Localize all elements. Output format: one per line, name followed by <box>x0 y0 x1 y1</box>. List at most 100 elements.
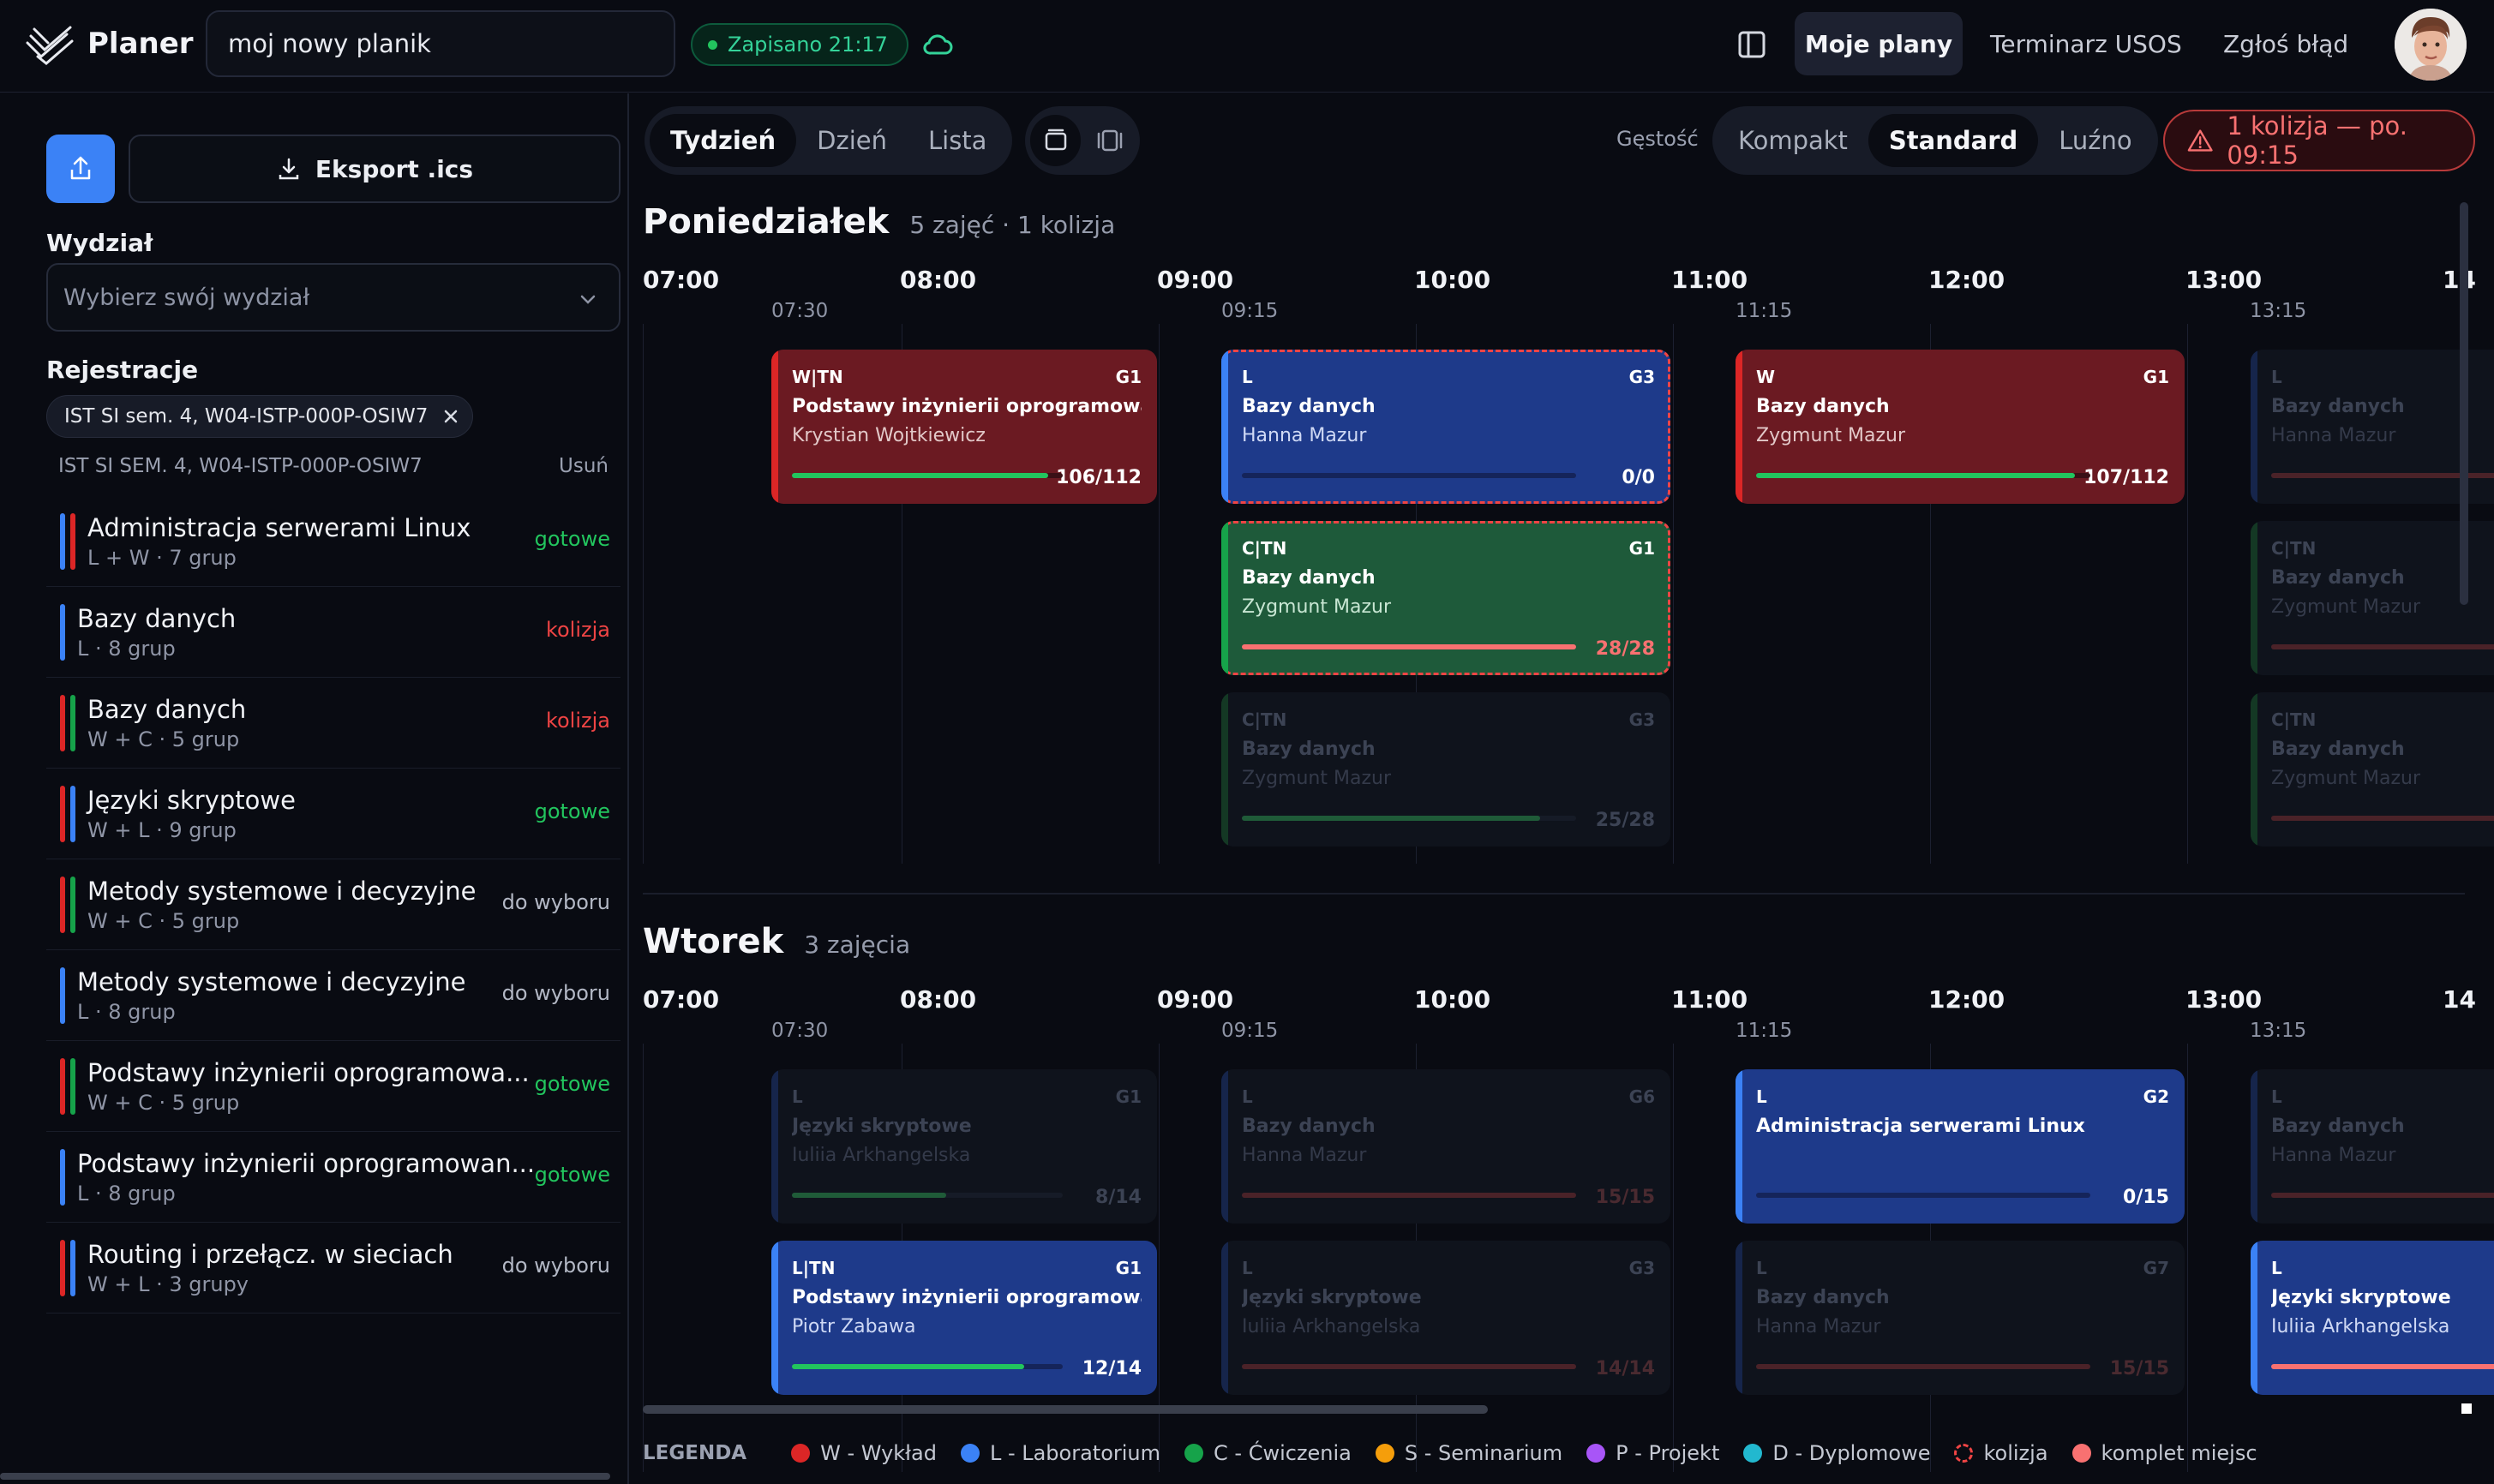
legend-item: komplet miejsc <box>2071 1441 2257 1465</box>
event-type: L <box>2271 1086 2282 1107</box>
tab-dzien[interactable]: Dzień <box>796 114 908 167</box>
course-item[interactable]: Bazy danych W + C · 5 grup kolizja <box>46 678 621 769</box>
hour-label: 14 <box>2443 985 2476 1014</box>
cloud-sync-icon[interactable] <box>922 31 953 58</box>
class-event-card[interactable]: L G2 Administracja serwerami Linux 0/15 <box>1736 1069 2185 1224</box>
event-group: G7 <box>2143 1258 2169 1278</box>
slot-start-label: 13:15 <box>2250 1020 2307 1042</box>
course-type-bar <box>60 1240 65 1296</box>
sidebar-toggle-icon[interactable] <box>1735 27 1769 62</box>
user-avatar[interactable] <box>2395 9 2467 81</box>
legend-item: C - Ćwiczenia <box>1184 1441 1352 1465</box>
legend-dot-icon <box>1743 1444 1763 1463</box>
export-ics-button[interactable]: Eksport .ics <box>129 135 621 203</box>
class-event-card[interactable]: C|TN G1 Bazy danych Zygmunt Mazur 28/28 <box>1221 521 1670 675</box>
split-view-button[interactable] <box>1084 115 1135 166</box>
class-event-card[interactable]: L Bazy danych Hanna Mazur <box>2251 350 2494 504</box>
event-seat-count: 15/15 <box>2109 1358 2169 1379</box>
course-meta: L + W · 7 grup <box>87 546 237 570</box>
nav-moje-plany[interactable]: Moje plany <box>1795 12 1963 75</box>
faculty-select[interactable]: Wybierz swój wydział <box>46 263 621 332</box>
event-type: C|TN <box>2271 709 2317 730</box>
export-ics-label: Eksport .ics <box>315 154 474 183</box>
class-event-card[interactable]: W|TN G1 Podstawy inżynierii oprogramowania… <box>771 350 1157 504</box>
course-type-bar <box>70 877 75 933</box>
hour-label: 11:00 <box>1671 266 1748 294</box>
density-kompakt[interactable]: Kompakt <box>1718 114 1868 167</box>
class-event-card[interactable]: L Języki skryptowe Iuliia Arkhangelska <box>2251 1241 2494 1395</box>
event-type: C|TN <box>2271 538 2317 559</box>
course-item[interactable]: Routing i przełącz. w sieciach W + L · 3 … <box>46 1223 621 1313</box>
registration-chip[interactable]: IST SI sem. 4, W04-ISTP-000P-OSIW7 <box>46 395 474 438</box>
event-type: L <box>2271 1258 2282 1278</box>
download-icon <box>279 158 299 180</box>
event-group: G2 <box>2143 1086 2169 1107</box>
vertical-scrollbar[interactable] <box>2460 202 2468 605</box>
event-type-stripe <box>771 350 778 504</box>
legend-label: W - Wykład <box>820 1441 937 1465</box>
class-event-card[interactable]: L G6 Bazy danych Hanna Mazur 15/15 <box>1221 1069 1670 1224</box>
course-type-bars <box>60 604 65 661</box>
slot-start-label: 09:15 <box>1221 1020 1279 1042</box>
class-event-card[interactable]: L Bazy danych Hanna Mazur <box>2251 1069 2494 1224</box>
nav-zglos-blad[interactable]: Zgłoś błąd <box>2223 12 2348 75</box>
share-button[interactable] <box>46 135 115 203</box>
horizontal-scrollbar[interactable] <box>643 1405 1488 1414</box>
legend-item: S - Seminarium <box>1375 1441 1562 1465</box>
slot-start-label: 07:30 <box>771 1020 829 1042</box>
remove-registration-link[interactable]: Usuń <box>559 455 609 477</box>
event-title: Bazy danych <box>2271 1116 2405 1137</box>
single-view-button[interactable] <box>1030 115 1081 166</box>
single-panel-icon <box>1045 129 1066 151</box>
tab-tydzien[interactable]: Tydzień <box>650 114 797 167</box>
conflict-badge[interactable]: 1 kolizja — po. 09:15 <box>2163 110 2475 171</box>
nav-terminarz-usos[interactable]: Terminarz USOS <box>1990 12 2182 75</box>
course-item[interactable]: Administracja serwerami Linux L + W · 7 g… <box>46 496 621 587</box>
course-item[interactable]: Języki skryptowe W + L · 9 grup gotowe <box>46 769 621 859</box>
class-event-card[interactable]: L G3 Języki skryptowe Iuliia Arkhangelska 14… <box>1221 1241 1670 1395</box>
course-item[interactable]: Bazy danych L · 8 grup kolizja <box>46 587 621 678</box>
course-type-bar <box>70 1240 75 1296</box>
class-event-card[interactable]: C|TN G3 Bazy danych Zygmunt Mazur 25/28 <box>1221 692 1670 847</box>
event-seat-count: 25/28 <box>1595 810 1655 831</box>
density-luzno[interactable]: Luźno <box>2038 114 2152 167</box>
registration-header-title: IST SI SEM. 4, W04-ISTP-000P-OSIW7 <box>58 455 423 477</box>
class-event-card[interactable]: L G3 Bazy danych Hanna Mazur 0/0 <box>1221 350 1670 504</box>
class-event-card[interactable]: W G1 Bazy danych Zygmunt Mazur 107/112 <box>1736 350 2185 504</box>
hour-label: 07:00 <box>643 985 720 1014</box>
legend-label: kolizja <box>1983 1441 2048 1465</box>
legend-dot-icon <box>791 1444 811 1463</box>
course-type-bar <box>60 1058 65 1115</box>
class-event-card[interactable]: C|TN Bazy danych Zygmunt Mazur <box>2251 692 2494 847</box>
day-separator <box>643 893 2465 895</box>
course-status: gotowe <box>534 527 610 551</box>
class-event-card[interactable]: L G1 Języki skryptowe Iuliia Arkhangelska 8/… <box>771 1069 1157 1224</box>
legend-item: P - Projekt <box>1586 1441 1719 1465</box>
event-seat-count: 106/112 <box>1056 467 1142 488</box>
course-item[interactable]: Podstawy inżynierii oprogramowan... L · 8… <box>46 1132 621 1223</box>
course-meta: L · 8 grup <box>77 1182 176 1206</box>
event-seat-count: 14/14 <box>1595 1358 1655 1379</box>
sidebar-scrollbar[interactable] <box>0 1473 610 1480</box>
tab-lista[interactable]: Lista <box>908 114 1007 167</box>
event-type-stripe <box>2251 350 2257 504</box>
seat-progress-fill <box>1242 1364 1576 1369</box>
event-teacher: Hanna Mazur <box>2271 1145 2396 1166</box>
course-status: do wyboru <box>501 890 610 914</box>
app-logo[interactable]: Planer <box>26 22 194 65</box>
seat-progress-track <box>1756 1193 2090 1198</box>
close-icon[interactable] <box>443 409 459 424</box>
density-standard[interactable]: Standard <box>1868 114 2039 167</box>
course-type-bars <box>60 1149 65 1206</box>
course-item[interactable]: Podstawy inżynierii oprogramowa... W + C … <box>46 1041 621 1132</box>
class-event-card[interactable]: L G7 Bazy danych Hanna Mazur 15/15 <box>1736 1241 2185 1395</box>
class-event-card[interactable]: L|TN G1 Podstawy inżynierii oprogramowania… <box>771 1241 1157 1395</box>
hour-label: 10:00 <box>1414 266 1491 294</box>
faculty-placeholder: Wybierz swój wydział <box>63 284 310 311</box>
plan-name-input[interactable]: moj nowy planik <box>206 10 675 77</box>
course-item[interactable]: Metody systemowe i decyzyjne L · 8 grup do… <box>46 950 621 1041</box>
course-item[interactable]: Metody systemowe i decyzyjne W + C · 5 gr… <box>46 859 621 950</box>
class-event-card[interactable]: C|TN Bazy danych Zygmunt Mazur <box>2251 521 2494 675</box>
course-meta: W + L · 3 grupy <box>87 1272 249 1296</box>
event-type: L <box>1242 1258 1253 1278</box>
